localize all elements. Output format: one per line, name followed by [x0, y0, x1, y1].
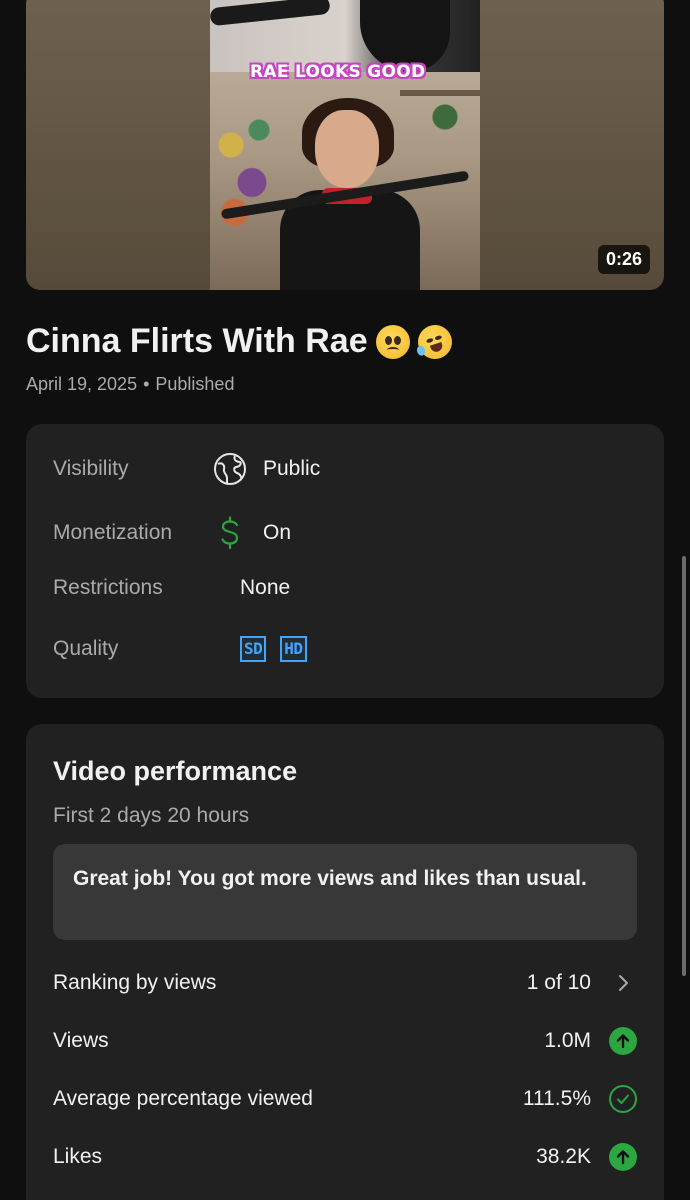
scrollbar[interactable] — [682, 556, 686, 976]
video-title: Cinna Flirts With Rae — [26, 320, 457, 363]
monetization-label: Monetization — [53, 521, 173, 544]
video-performance-card: Video performance First 2 days 20 hours … — [26, 724, 664, 1200]
video-thumbnail[interactable]: RAE LOOKS GOOD 0:26 — [26, 0, 664, 290]
visibility-value: Public — [263, 457, 321, 480]
publish-status: Published — [155, 374, 235, 394]
monetization-row[interactable]: Monetization On — [53, 516, 291, 550]
restrictions-label: Restrictions — [53, 576, 163, 599]
views-row: Views 1.0M — [53, 1024, 637, 1058]
quality-label: Quality — [53, 637, 119, 660]
hd-badge: HD — [280, 636, 307, 662]
visibility-row[interactable]: Visibility Public — [53, 452, 320, 486]
avg-percentage-label: Average percentage viewed — [53, 1087, 313, 1110]
video-title-text: Cinna Flirts With Rae — [26, 322, 368, 360]
avg-percentage-row: Average percentage viewed 111.5% — [53, 1082, 637, 1116]
visibility-label: Visibility — [53, 457, 129, 480]
likes-value: 38.2K — [536, 1145, 591, 1168]
video-details-card: Visibility Public Monetization On Restri… — [26, 424, 664, 698]
avg-percentage-value: 111.5% — [522, 1087, 591, 1110]
sd-badge: SD — [240, 636, 267, 662]
globe-icon — [213, 452, 247, 486]
views-value: 1.0M — [544, 1029, 591, 1052]
check-circle-icon — [609, 1085, 637, 1113]
likes-label: Likes — [53, 1145, 103, 1168]
arrow-up-icon — [609, 1027, 637, 1055]
pleading-face-icon — [375, 324, 410, 359]
views-label: Views — [53, 1029, 109, 1052]
rolling-on-floor-laughing-icon — [413, 320, 457, 363]
dollar-icon — [213, 516, 247, 550]
ranking-value: 1 of 10 — [526, 971, 591, 994]
video-caption: RAE LOOKS GOOD — [250, 62, 426, 82]
monetization-value: On — [263, 521, 292, 544]
ranking-row[interactable]: Ranking by views 1 of 10 — [53, 966, 637, 1000]
publish-date: April 19, 2025 — [26, 374, 138, 394]
video-frame: RAE LOOKS GOOD — [210, 0, 480, 290]
performance-notice: Great job! You got more views and likes … — [53, 844, 637, 940]
video-details-page: RAE LOOKS GOOD 0:26 Cinna Flirts With Ra… — [0, 0, 690, 1200]
chevron-right-icon — [609, 969, 637, 997]
performance-title: Video performance — [53, 756, 298, 786]
duration-badge: 0:26 — [597, 245, 650, 274]
performance-period: First 2 days 20 hours — [53, 804, 250, 827]
likes-row: Likes 38.2K — [53, 1140, 637, 1174]
video-meta: April 19, 2025 • Published — [26, 374, 234, 395]
arrow-up-icon — [609, 1143, 637, 1171]
meta-separator: • — [143, 374, 150, 394]
restrictions-row[interactable]: Restrictions None — [53, 576, 290, 600]
restrictions-value: None — [240, 576, 291, 599]
ranking-label: Ranking by views — [53, 971, 217, 994]
quality-row[interactable]: Quality SD HD — [53, 636, 321, 662]
